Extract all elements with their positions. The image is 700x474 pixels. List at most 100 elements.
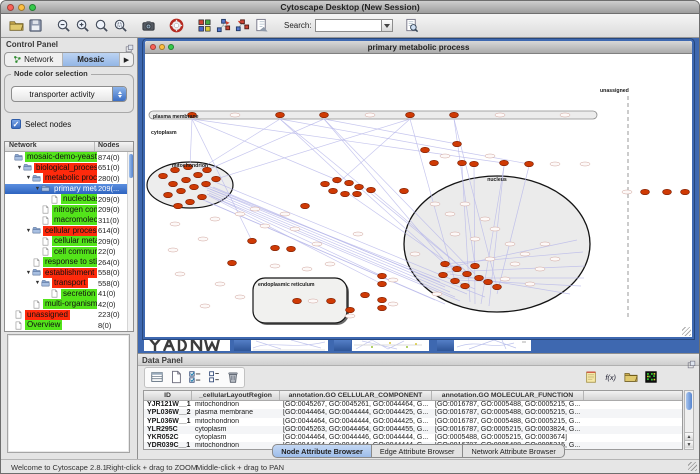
window-resize-grip[interactable] — [682, 327, 691, 336]
zoom-in-icon[interactable] — [73, 16, 92, 35]
network-node[interactable] — [341, 191, 350, 196]
app-resize-grip[interactable] — [688, 462, 697, 471]
tree-row-label[interactable]: mosaic-demo-yeast — [25, 152, 97, 162]
disclosure-triangle-icon[interactable]: ▼ — [34, 280, 41, 286]
tree-row[interactable]: nucleobase-209(0) — [5, 194, 133, 205]
disclosure-triangle-icon[interactable]: ▼ — [25, 270, 32, 276]
expand-network-icon[interactable] — [233, 16, 252, 35]
network-edge[interactable] — [207, 119, 324, 170]
function-builder-icon[interactable]: f(x) — [602, 369, 619, 386]
table-row[interactable]: YLR295Ccytoplasm[GO:0045263, GO:0044464,… — [144, 426, 682, 434]
disclosure-triangle-icon[interactable]: ▼ — [16, 165, 23, 171]
table-cell[interactable]: [GO:0044464, GO:0044444, GO:0044425, G..… — [280, 418, 432, 426]
network-node[interactable] — [525, 161, 534, 166]
table-cell[interactable]: YKR052C — [144, 434, 192, 442]
network-node[interactable] — [461, 283, 470, 288]
table-cell[interactable]: YPL036W__2 — [144, 409, 192, 417]
network-node[interactable] — [287, 246, 296, 251]
network-node[interactable] — [186, 199, 195, 204]
table-cell[interactable]: [GO:0045263, GO:0044464, GO:0044455, G..… — [280, 426, 432, 434]
network-node[interactable] — [293, 298, 302, 303]
search-input[interactable] — [315, 19, 381, 32]
table-row[interactable]: YKR052Ccytoplasm[GO:0044464, GO:0044446,… — [144, 434, 682, 442]
tree-row-label[interactable]: Overview — [25, 320, 62, 330]
network-node[interactable] — [421, 147, 430, 152]
background-window[interactable] — [352, 338, 429, 351]
network-node[interactable] — [471, 263, 480, 268]
network-node[interactable] — [378, 297, 387, 302]
network-node[interactable] — [463, 271, 472, 276]
network-node[interactable] — [484, 279, 493, 284]
network-node[interactable] — [320, 112, 329, 117]
tree-row-label[interactable]: response to stimulu — [43, 257, 97, 267]
network-node[interactable] — [198, 194, 207, 199]
network-node[interactable] — [169, 181, 178, 186]
tree-row-label[interactable]: unassigned — [25, 310, 70, 320]
disclosure-triangle-icon[interactable]: ▼ — [25, 175, 32, 181]
network-node[interactable] — [430, 160, 439, 165]
table-cell[interactable]: YPL036W__1 — [144, 418, 192, 426]
tree-row-label[interactable]: multi-organism pro — [43, 299, 97, 309]
network-node[interactable] — [327, 298, 336, 303]
network-node[interactable] — [453, 141, 462, 146]
table-header-cell[interactable]: annotation.GO MOLECULAR_FUNCTION — [432, 391, 584, 400]
float-panel-icon[interactable] — [125, 40, 134, 49]
network-node[interactable] — [301, 203, 310, 208]
disclosure-triangle-icon[interactable]: ▼ — [34, 186, 41, 192]
zoom-fit-icon[interactable] — [92, 16, 111, 35]
table-cell[interactable]: plasma membrane — [192, 409, 280, 417]
tab-node-attribute-browser[interactable]: Node Attribute Browser — [272, 444, 372, 458]
network-node[interactable] — [367, 187, 376, 192]
table-cell[interactable]: [GO:0045267, GO:0045261, GO:0044464, G..… — [280, 401, 432, 409]
help-icon[interactable] — [167, 16, 186, 35]
network-node[interactable] — [346, 307, 355, 312]
table-cell[interactable]: cytoplasm — [192, 434, 280, 442]
network-node[interactable] — [439, 272, 448, 277]
tree-row[interactable]: macromolecule311(0) — [5, 215, 133, 226]
tree-row-label[interactable]: cell communicat — [52, 247, 97, 257]
table-cell[interactable]: [GO:0016787, GO:0005215, GO:0003824, G..… — [432, 426, 584, 434]
background-window-frame[interactable] — [334, 338, 351, 351]
network-edge[interactable] — [200, 119, 280, 169]
vizmapper-icon[interactable] — [195, 16, 214, 35]
nucleus-region[interactable] — [404, 176, 590, 312]
table-row[interactable]: YPL036W__1mitochondrion[GO:0044464, GO:0… — [144, 418, 682, 426]
network-edge[interactable] — [190, 119, 192, 167]
zoom-out-icon[interactable] — [54, 16, 73, 35]
tree-row[interactable]: cellular metabo209(0) — [5, 236, 133, 247]
tree-row[interactable]: secretion41(0) — [5, 289, 133, 300]
network-edge[interactable] — [337, 119, 410, 184]
network-node[interactable] — [271, 245, 280, 250]
network-node[interactable] — [493, 284, 502, 289]
delete-attribute-icon[interactable] — [224, 369, 241, 386]
table-row[interactable]: YPL036W__2plasma membrane[GO:0044464, GO… — [144, 409, 682, 417]
network-node[interactable] — [321, 181, 330, 186]
network-node[interactable] — [378, 281, 387, 286]
network-node[interactable] — [194, 172, 203, 177]
tree-row[interactable]: ▼establishment of lo558(0) — [5, 268, 133, 279]
tree-row[interactable]: ▼cellular process614(0) — [5, 226, 133, 237]
tree-row[interactable]: cell communicat22(0) — [5, 247, 133, 258]
disclosure-triangle-icon[interactable]: ▼ — [25, 228, 32, 234]
network-node[interactable] — [212, 176, 221, 181]
network-window-titlebar[interactable]: primary metabolic process — [145, 41, 692, 54]
table-cell[interactable]: [GO:0044464, GO:0044446, GO:0044444, G..… — [280, 434, 432, 442]
attribute-matrix-icon[interactable] — [642, 369, 659, 386]
select-attributes-icon[interactable] — [186, 369, 203, 386]
tree-row-label[interactable]: macromolecule — [52, 215, 97, 225]
scroll-up-icon[interactable]: ▲ — [685, 432, 693, 440]
tree-row[interactable]: ▼biological_process651(0) — [5, 163, 133, 174]
background-window[interactable] — [144, 338, 230, 351]
background-window-frame[interactable] — [234, 338, 251, 351]
network-node[interactable] — [641, 189, 650, 194]
network-view-window[interactable]: primary metabolic process plasma membran… — [143, 39, 694, 339]
network-node[interactable] — [202, 181, 211, 186]
tree-row[interactable]: multi-organism pro42(0) — [5, 299, 133, 310]
search-dropdown-button[interactable] — [381, 19, 393, 32]
table-scrollbar[interactable]: ▲ ▼ — [684, 390, 694, 450]
network-node[interactable] — [345, 180, 354, 185]
notes-icon[interactable] — [582, 369, 599, 386]
table-cell[interactable]: [GO:0044464, GO:0044444, GO:0044425, G..… — [280, 409, 432, 417]
tree-row-label[interactable]: nitrogen compo — [52, 205, 97, 215]
tree-row-label[interactable]: cellular metabo — [52, 236, 97, 246]
